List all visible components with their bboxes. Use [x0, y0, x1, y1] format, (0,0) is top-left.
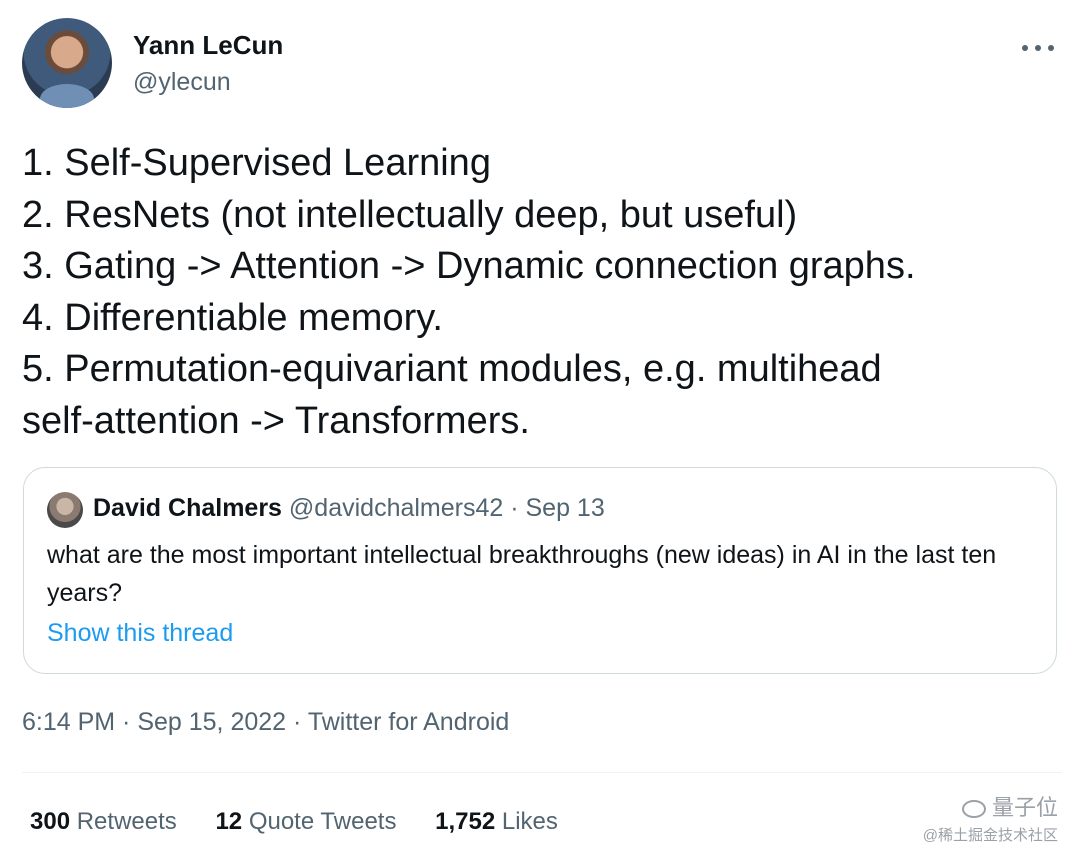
engagement-stats: 300 Retweets 12 Quote Tweets 1,752 Likes: [30, 808, 590, 836]
likes-stat[interactable]: 1,752 Likes: [435, 808, 558, 835]
tweet-timestamp[interactable]: 6:14 PM · Sep 15, 2022 · Twitter for And…: [22, 708, 509, 737]
show-thread-link[interactable]: Show this thread: [47, 619, 233, 648]
quoted-tweet-text: what are the most important intellectual…: [47, 541, 997, 607]
tweet-line: 2. ResNets (not intellectually deep, but…: [22, 193, 798, 236]
author-name[interactable]: Yann LeCun: [133, 30, 283, 61]
tweet-line: 3. Gating -> Attention -> Dynamic connec…: [22, 245, 916, 287]
retweets-stat[interactable]: 300 Retweets: [30, 808, 177, 835]
watermark-top: 量子位: [923, 790, 1058, 822]
quote-tweets-stat[interactable]: 12 Quote Tweets: [215, 808, 396, 835]
wechat-icon: [961, 800, 986, 819]
quoted-tweet-meta: @davidchalmers42 · Sep 13: [288, 494, 605, 522]
watermark-bottom: @稀土掘金技术社区: [922, 827, 1058, 844]
quoted-author-avatar[interactable]: [47, 492, 83, 528]
watermark-top-text: 量子位: [991, 795, 1058, 820]
retweets-label: Retweets: [76, 808, 177, 835]
watermark: 量子位 @稀土掘金技术社区: [923, 790, 1058, 845]
retweets-count: 300: [30, 808, 71, 835]
author-handle[interactable]: @ylecun: [133, 68, 231, 97]
divider: [22, 772, 1062, 773]
tweet-text: 1. Self-Supervised Learning 2. ResNets (…: [22, 138, 1062, 447]
more-icon[interactable]: [1022, 42, 1054, 54]
tweet-line: 4. Differentiable memory.: [22, 296, 443, 339]
quoted-author-name[interactable]: David Chalmers: [93, 494, 282, 522]
tweet-line: self-attention -> Transformers.: [22, 399, 530, 442]
likes-count: 1,752: [435, 808, 496, 835]
quote-tweets-count: 12: [215, 808, 243, 835]
tweet-line: 1. Self-Supervised Learning: [22, 142, 491, 184]
likes-label: Likes: [501, 808, 558, 835]
quote-tweets-label: Quote Tweets: [248, 808, 397, 835]
tweet-header: Yann LeCun @ylecun: [22, 18, 1062, 110]
quoted-tweet-header: David Chalmers @davidchalmers42 · Sep 13: [93, 494, 605, 523]
quoted-tweet-card[interactable]: David Chalmers @davidchalmers42 · Sep 13…: [23, 467, 1057, 674]
author-avatar[interactable]: [22, 18, 112, 108]
tweet-line: 5. Permutation-equivariant modules, e.g.…: [22, 348, 882, 390]
